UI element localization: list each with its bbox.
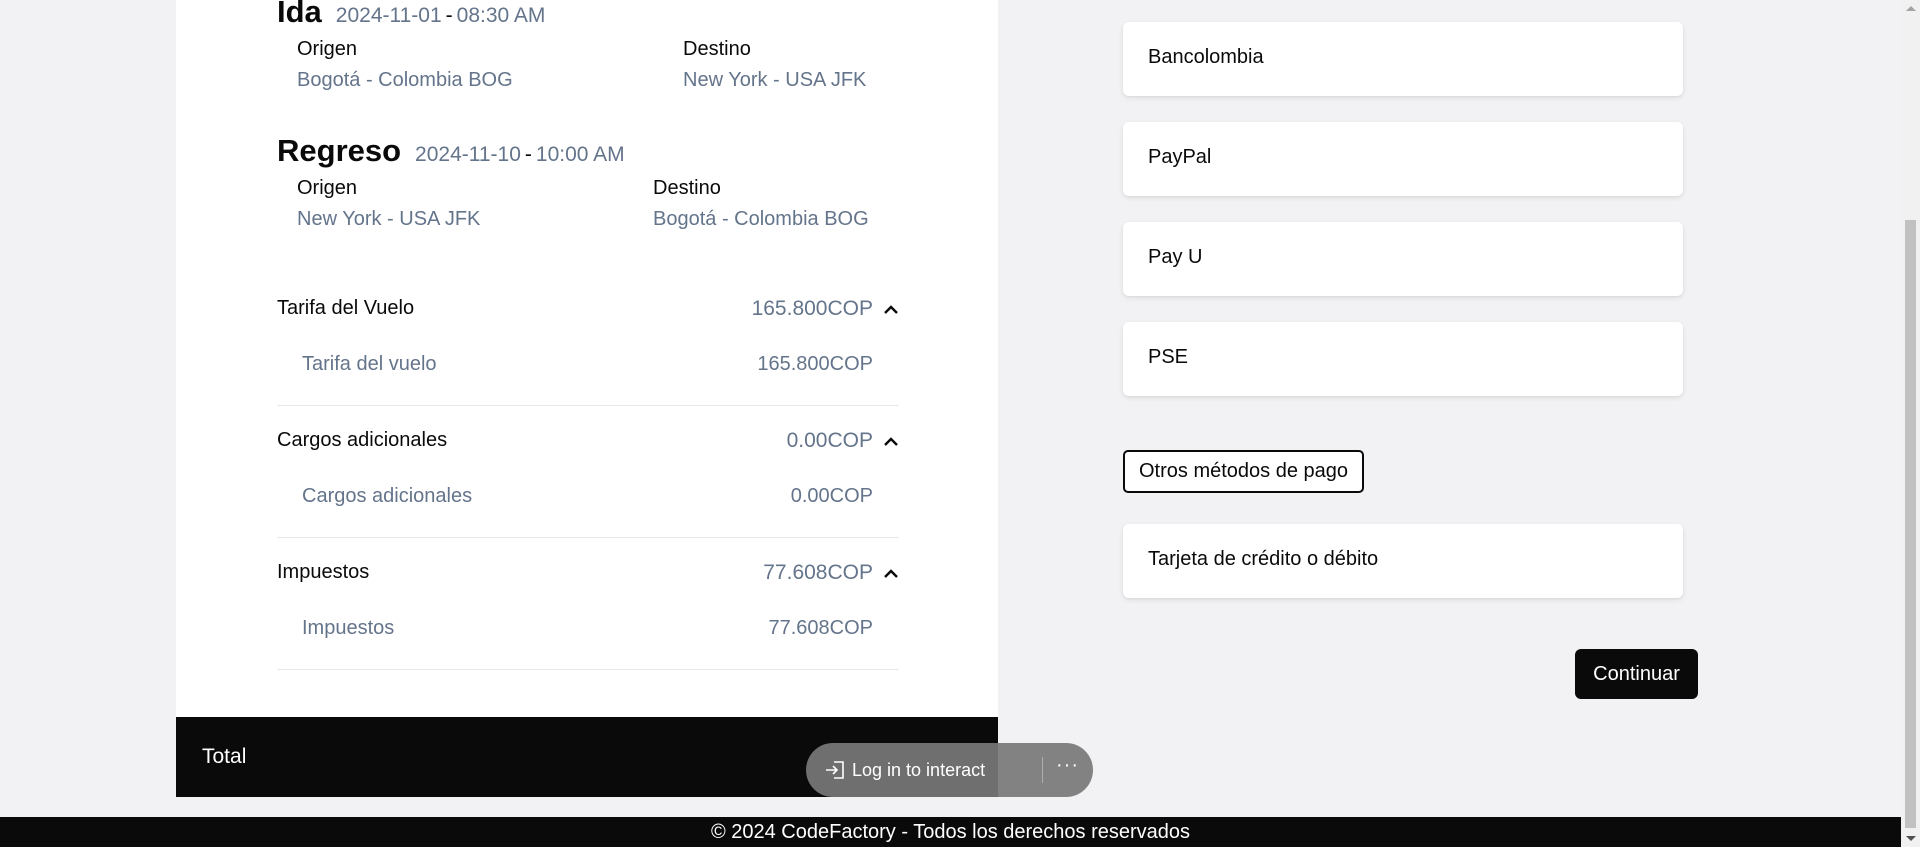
fare-detail-name: Cargos adicionales (302, 485, 473, 507)
return-title: Regreso (277, 133, 402, 168)
fare-detail-row: Cargos adicionales 0.00COP (277, 485, 899, 515)
payment-option-label: PayPal (1148, 146, 1212, 168)
footer: © 2024 CodeFactory - Todos los derechos … (0, 817, 1901, 847)
return-destination: Destino Bogotá - Colombia BOG (653, 177, 869, 231)
fare-header-amount: 0.00COP (786, 429, 873, 452)
continue-button[interactable]: Continuar (1575, 649, 1698, 699)
outbound-origin-value: Bogotá - Colombia BOG (297, 69, 513, 91)
fare-divider (277, 537, 899, 538)
fare-detail-amount: 77.608COP (768, 617, 873, 639)
return-destination-value: Bogotá - Colombia BOG (653, 208, 869, 230)
fare-divider (277, 669, 899, 670)
payment-option-label: Bancolombia (1148, 46, 1264, 68)
fare-detail-name: Impuestos (302, 617, 395, 639)
chevron-up-icon[interactable] (883, 302, 899, 318)
chevron-up-icon[interactable] (883, 566, 899, 582)
outbound-destination-label: Destino (683, 38, 751, 60)
return-route: Origen New York - USA JFK Destino Bogotá… (277, 177, 899, 241)
other-payment-methods-label: Otros métodos de pago (1123, 450, 1365, 493)
payment-option-paypal[interactable]: PayPal (1123, 122, 1683, 196)
payment-option-bancolombia[interactable]: Bancolombia (1123, 22, 1683, 96)
fare-divider (277, 405, 899, 406)
flight-summary-card: Ida 2024-11-01-08:30 AM Origen Bogotá - … (176, 0, 998, 797)
fare-detail-amount: 165.800COP (757, 353, 873, 375)
fare-section-flight: Tarifa del Vuelo 165.800COP Tarifa del v… (277, 297, 899, 406)
return-time: 10:00 AM (535, 143, 625, 166)
fare-detail-amount: 0.00COP (790, 485, 873, 507)
chevron-up-icon[interactable] (883, 434, 899, 450)
payment-option-label: Pay U (1148, 246, 1203, 268)
vertical-scrollbar[interactable] (1901, 0, 1920, 847)
return-origin: Origen New York - USA JFK (297, 177, 480, 231)
outbound-title: Ida (277, 0, 322, 29)
outbound-leg: Ida 2024-11-01-08:30 AM Origen Bogotá - … (277, 0, 899, 102)
outbound-route: Origen Bogotá - Colombia BOG Destino New… (277, 38, 899, 102)
fare-header-name: Tarifa del Vuelo (277, 297, 415, 319)
pill-divider (1042, 757, 1043, 783)
fare-detail-row: Tarifa del vuelo 165.800COP (277, 353, 899, 383)
scroll-up-arrow-icon[interactable] (1906, 6, 1916, 11)
fare-header-name: Cargos adicionales (277, 429, 448, 451)
return-destination-label: Destino (653, 177, 721, 199)
total-label: Total (202, 745, 247, 768)
more-options-icon[interactable]: ··· (1056, 754, 1079, 777)
login-icon (826, 761, 844, 779)
fare-section-taxes: Impuestos 77.608COP Impuestos 77.608COP (277, 561, 899, 670)
fare-header[interactable]: Cargos adicionales 0.00COP (277, 429, 899, 459)
outbound-origin: Origen Bogotá - Colombia BOG (297, 38, 513, 92)
login-prompt-text[interactable]: Log in to interact (852, 760, 985, 781)
fare-header[interactable]: Tarifa del Vuelo 165.800COP (277, 297, 899, 327)
return-separator: - (524, 143, 532, 166)
scrollbar-thumb[interactable] (1905, 220, 1916, 828)
outbound-destination-value: New York - USA JFK (683, 69, 867, 91)
fare-detail-row: Impuestos 77.608COP (277, 617, 899, 647)
return-leg: Regreso 2024-11-10-10:00 AM Origen New Y… (277, 133, 899, 241)
login-prompt-pill[interactable]: Log in to interact ··· (806, 743, 1093, 797)
payment-option-payu[interactable]: Pay U (1123, 222, 1683, 296)
payment-option-card[interactable]: Tarjeta de crédito o débito (1123, 524, 1683, 598)
outbound-datetime: 2024-11-01-08:30 AM (336, 4, 546, 28)
scroll-down-arrow-icon[interactable] (1906, 836, 1916, 841)
fare-header[interactable]: Impuestos 77.608COP (277, 561, 899, 591)
footer-copyright: © 2024 CodeFactory - Todos los derechos … (710, 821, 1191, 843)
fare-header-name: Impuestos (277, 561, 370, 583)
return-origin-value: New York - USA JFK (297, 208, 481, 230)
payment-option-label: Tarjeta de crédito o débito (1148, 548, 1379, 570)
payment-option-pse[interactable]: PSE (1123, 322, 1683, 396)
outbound-time: 08:30 AM (456, 4, 546, 27)
fare-header-amount: 77.608COP (763, 561, 873, 584)
outbound-leg-header: Ida 2024-11-01-08:30 AM (277, 0, 899, 30)
fare-section-additional: Cargos adicionales 0.00COP Cargos adicio… (277, 429, 899, 538)
payment-option-label: PSE (1148, 346, 1189, 368)
return-leg-header: Regreso 2024-11-10-10:00 AM (277, 133, 899, 169)
outbound-date: 2024-11-01 (335, 4, 442, 27)
return-datetime: 2024-11-10-10:00 AM (415, 143, 625, 167)
outbound-destination: Destino New York - USA JFK (683, 38, 866, 92)
return-origin-label: Origen (297, 177, 358, 199)
outbound-separator: - (445, 4, 453, 27)
fare-header-amount: 165.800COP (751, 297, 873, 320)
fare-detail-name: Tarifa del vuelo (302, 353, 437, 375)
return-date: 2024-11-10 (415, 143, 521, 166)
outbound-origin-label: Origen (297, 38, 358, 60)
